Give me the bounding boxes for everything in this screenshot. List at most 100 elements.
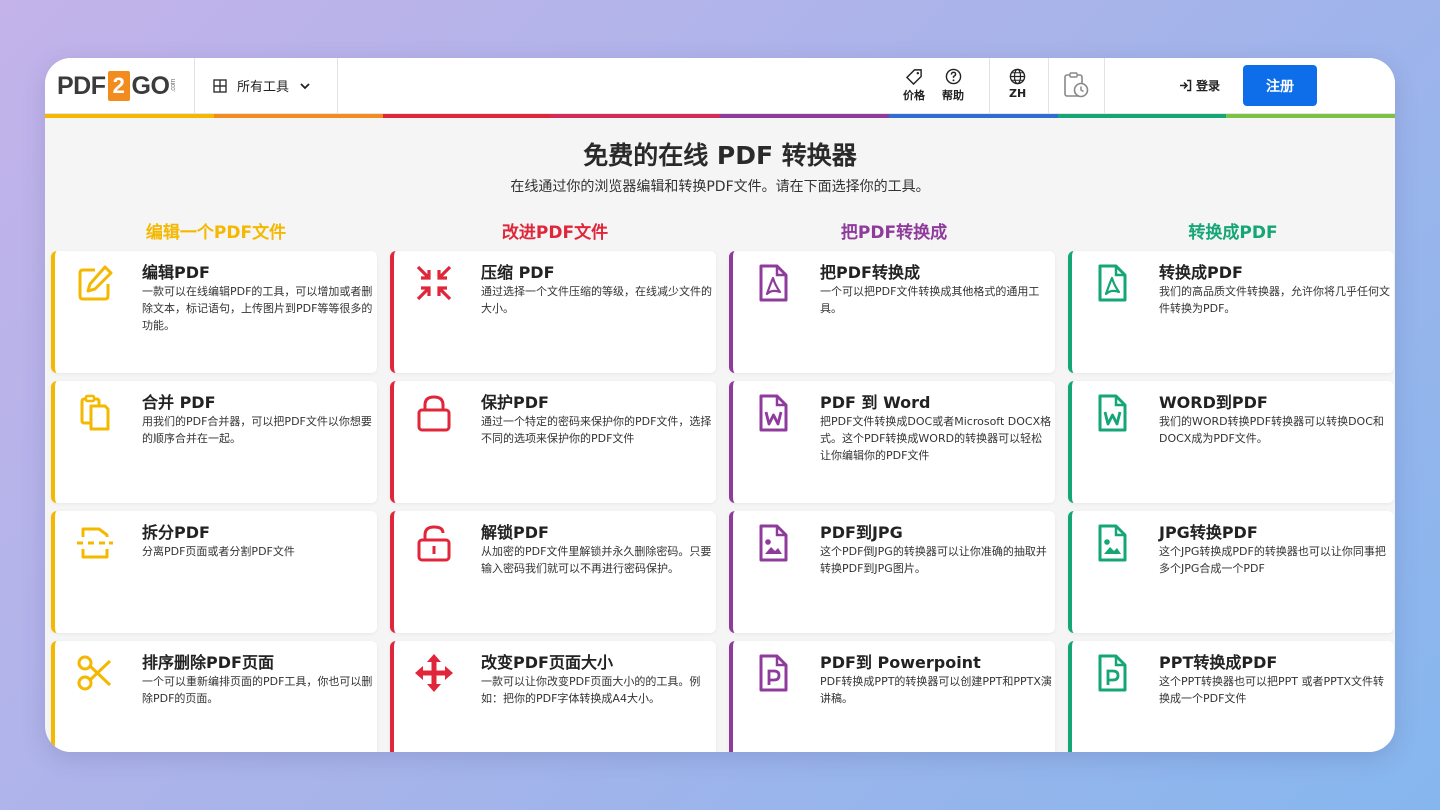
tool-card-title: PDF 到 Word (820, 393, 931, 412)
register-button[interactable]: 注册 (1243, 65, 1317, 106)
compress-icon (416, 265, 452, 301)
column-heading-edit: 编辑一个PDF文件 (145, 223, 287, 243)
rainbow-segment (45, 114, 214, 118)
ppt-file-icon (1098, 654, 1127, 692)
tool-card-description: 分离PDF页面或者分割PDF文件 (142, 545, 295, 558)
ppt-file-icon (759, 654, 788, 692)
tool-card-convert-to-pdf[interactable]: 转换成PDF 我们的高品质文件转换器，允许你将几乎任何文件转换为PDF。 (1068, 251, 1394, 373)
pdf2go-logo[interactable]: PDF 2 GO .com (57, 71, 177, 101)
logo-pdf-text: PDF (57, 71, 106, 100)
tool-card-description: 用我们的PDF合并器，可以把PDF文件以你想要的顺序合并在一起。 (142, 415, 372, 445)
tool-card-title: JPG转换PDF (1159, 523, 1258, 542)
tool-card-pdf-to-jpg[interactable]: PDF到JPG 这个PDF倒JPG的转换器可以让你准确的抽取并转换PDF到JPG… (729, 511, 1055, 633)
logo-two-badge: 2 (107, 71, 130, 101)
language-label: ZH (1009, 87, 1027, 100)
merge-icon (80, 394, 110, 431)
rainbow-segment (1226, 114, 1395, 118)
page-subtitle: 在线通过你的浏览器编辑和转换PDF文件。请在下面选择你的工具。 (510, 179, 930, 195)
tool-card-description: 一个可以把PDF文件转换成其他格式的通用工具。 (820, 285, 1040, 315)
clipboard-clock-icon (1064, 72, 1089, 98)
tool-card-edit-pdf[interactable]: 编辑PDF 一款可以在线编辑PDF的工具，可以增加或者删除文本，标记语句，上传图… (51, 251, 377, 373)
header-divider (194, 58, 195, 114)
price-label: 价格 (903, 89, 925, 102)
price-button[interactable]: 价格 (903, 68, 925, 103)
rainbow-segment (382, 114, 552, 118)
tool-card-description: 这个JPG转换成PDF的转换器也可以让你同事把多个JPG合成一个PDF (1159, 545, 1386, 575)
lock-icon (417, 395, 451, 432)
tool-card-description: 通过一个特定的密码来保护你的PDF文件，选择不同的选项来保护你的PDF文件 (481, 415, 712, 445)
help-icon (945, 68, 961, 85)
login-label: 登录 (1196, 79, 1221, 93)
pdf-file-icon (759, 264, 788, 302)
tool-card-title: 排序删除PDF页面 (142, 653, 274, 672)
language-button[interactable]: ZH (1009, 68, 1026, 100)
tool-card-ppt-to-pdf[interactable]: PPT转换成PDF 这个PPT转换器也可以把PPT 或者PPTX文件转换成一个P… (1068, 641, 1394, 752)
split-icon (77, 527, 113, 559)
tool-card-resize-pdf[interactable]: 改变PDF页面大小 一款可以让你改变PDF页面大小的的工具。例如：把你的PDF字… (390, 641, 716, 752)
tool-card-pdf-converter[interactable]: 把PDF转换成 一个可以把PDF文件转换成其他格式的通用工具。 (729, 251, 1055, 373)
tool-card-merge-pdf[interactable]: 合并 PDF 用我们的PDF合并器，可以把PDF文件以你想要的顺序合并在一起。 (51, 381, 377, 503)
globe-icon (1009, 68, 1026, 85)
tool-card-protect-pdf[interactable]: 保护PDF 通过一个特定的密码来保护你的PDF文件，选择不同的选项来保护你的PD… (390, 381, 716, 503)
rainbow-segment (1057, 114, 1227, 118)
tool-card-description: 我们的WORD转换PDF转换器可以转换DOC和DOCX成为PDF文件。 (1159, 415, 1384, 445)
tool-card-unlock-pdf[interactable]: 解锁PDF 从加密的PDF文件里解锁并永久删除密码。只要输入密码我们就可以不再进… (390, 511, 716, 633)
rainbow-segment (888, 114, 1058, 118)
edit-icon (78, 265, 113, 301)
logo-go-text: GO (131, 71, 170, 100)
image-file-icon (759, 524, 788, 562)
tool-card-title: 解锁PDF (481, 523, 549, 542)
rainbow-segment (551, 114, 720, 118)
login-arrow-icon (1180, 79, 1192, 92)
tool-card-description: 一款可以在线编辑PDF的工具，可以增加或者删除文本，标记语句，上传图片到PDF等… (142, 285, 373, 332)
tool-card-description: 我们的高品质文件转换器，允许你将几乎任何文件转换为PDF。 (1159, 285, 1390, 315)
tool-card-description: 把PDF文件转换成DOC或者Microsoft DOCX格式。这个PDF转换成W… (820, 415, 1052, 462)
tool-card-description: 这个PDF倒JPG的转换器可以让你准确的抽取并转换PDF到JPG图片。 (820, 545, 1047, 575)
tool-card-description: 通过选择一个文件压缩的等级，在线减少文件的大小。 (481, 285, 712, 315)
browser-window: PDF 2 GO .com 所有工具 价格 帮助 ZH 登录 注册 免费的在线 … (45, 58, 1395, 752)
grid-icon (213, 78, 227, 93)
tool-card-title: 转换成PDF (1159, 263, 1243, 282)
help-button[interactable]: 帮助 (942, 68, 964, 103)
tool-card-title: PDF到JPG (820, 523, 903, 542)
tool-card-description: 一款可以让你改变PDF页面大小的的工具。例如：把你的PDF字体转换成A4大小。 (481, 675, 701, 705)
tool-card-pdf-to-powerpoint[interactable]: PDF到 Powerpoint PDF转换成PPT的转换器可以创建PPT和PPT… (729, 641, 1055, 752)
tool-card-pdf-to-word[interactable]: PDF 到 Word 把PDF文件转换成DOC或者Microsoft DOCX格… (729, 381, 1055, 503)
tool-card-word-to-pdf[interactable]: WORD到PDF 我们的WORD转换PDF转换器可以转换DOC和DOCX成为PD… (1068, 381, 1394, 503)
top-navbar: PDF 2 GO .com 所有工具 价格 帮助 ZH 登录 注册 (45, 58, 1395, 114)
tool-card-title: 合并 PDF (142, 393, 216, 412)
logo-com-text: .com (170, 79, 178, 93)
all-tools-label: 所有工具 (237, 80, 290, 95)
tool-card-sort-delete-pages[interactable]: 排序删除PDF页面 一个可以重新编排页面的PDF工具，你也可以删除PDF的页面。 (51, 641, 377, 752)
tool-card-jpg-to-pdf[interactable]: JPG转换PDF 这个JPG转换成PDF的转换器也可以让你同事把多个JPG合成一… (1068, 511, 1394, 633)
tool-card-description: 从加密的PDF文件里解锁并永久删除密码。只要输入密码我们就可以不再进行密码保护。 (481, 545, 712, 575)
column-heading-convert-to: 转换成PDF (1188, 223, 1278, 243)
rainbow-segment (720, 114, 889, 118)
unlock-icon (417, 525, 451, 562)
all-tools-menu[interactable]: 所有工具 (213, 76, 311, 95)
header-divider (1048, 58, 1049, 114)
page-title: 免费的在线 PDF 转换器 (583, 141, 857, 170)
tool-card-title: 拆分PDF (142, 523, 210, 542)
header-divider (989, 58, 990, 114)
pdf-file-icon (1098, 264, 1127, 302)
tool-card-title: 把PDF转换成 (820, 263, 920, 282)
word-file-icon (759, 394, 788, 432)
help-label: 帮助 (942, 89, 964, 102)
login-link[interactable]: 登录 (1179, 77, 1220, 94)
word-file-icon (1098, 394, 1127, 432)
tool-card-title: 改变PDF页面大小 (481, 653, 613, 672)
price-tag-icon (905, 69, 922, 85)
header-divider (337, 58, 338, 114)
tool-card-title: PDF到 Powerpoint (820, 653, 981, 672)
tool-card-split-pdf[interactable]: 拆分PDF 分离PDF页面或者分割PDF文件 (51, 511, 377, 633)
image-file-icon (1098, 524, 1127, 562)
scissors-icon (77, 655, 112, 691)
tool-card-title: PPT转换成PDF (1159, 653, 1278, 672)
tool-card-compress-pdf[interactable]: 压缩 PDF 通过选择一个文件压缩的等级，在线减少文件的大小。 (390, 251, 716, 373)
history-clipboard-button[interactable] (1061, 70, 1091, 100)
tool-card-title: 压缩 PDF (481, 263, 555, 282)
chevron-down-icon (300, 82, 310, 89)
tool-card-description: PDF转换成PPT的转换器可以创建PPT和PPTX演讲稿。 (820, 675, 1052, 705)
tool-card-description: 这个PPT转换器也可以把PPT 或者PPTX文件转换成一个PDF文件 (1159, 675, 1384, 705)
